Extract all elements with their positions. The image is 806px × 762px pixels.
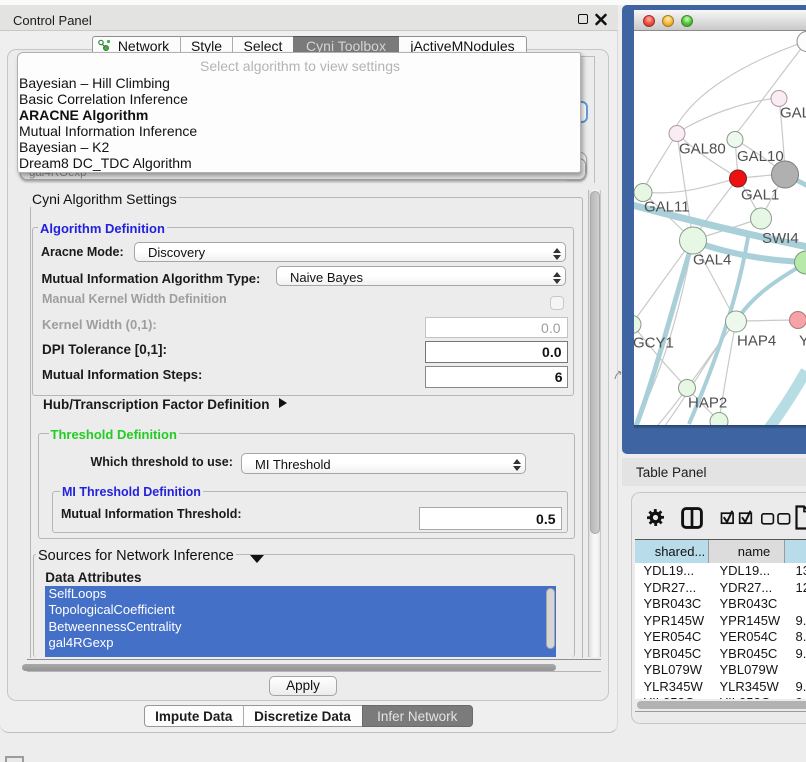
svg-text:GAL80: GAL80 xyxy=(679,141,726,158)
svg-text:HAP4: HAP4 xyxy=(737,333,776,350)
svg-text:GAL10: GAL10 xyxy=(737,148,784,165)
svg-text:GAL4: GAL4 xyxy=(693,252,731,269)
svg-text:HAP2: HAP2 xyxy=(688,395,727,412)
svg-text:GAL7: GAL7 xyxy=(780,105,806,122)
svg-text:SWI4: SWI4 xyxy=(762,230,799,247)
svg-text:GAL1: GAL1 xyxy=(741,187,779,204)
svg-text:GCY1: GCY1 xyxy=(634,335,674,352)
svg-text:Y: Y xyxy=(799,333,806,350)
svg-text:GAL11: GAL11 xyxy=(644,199,690,216)
